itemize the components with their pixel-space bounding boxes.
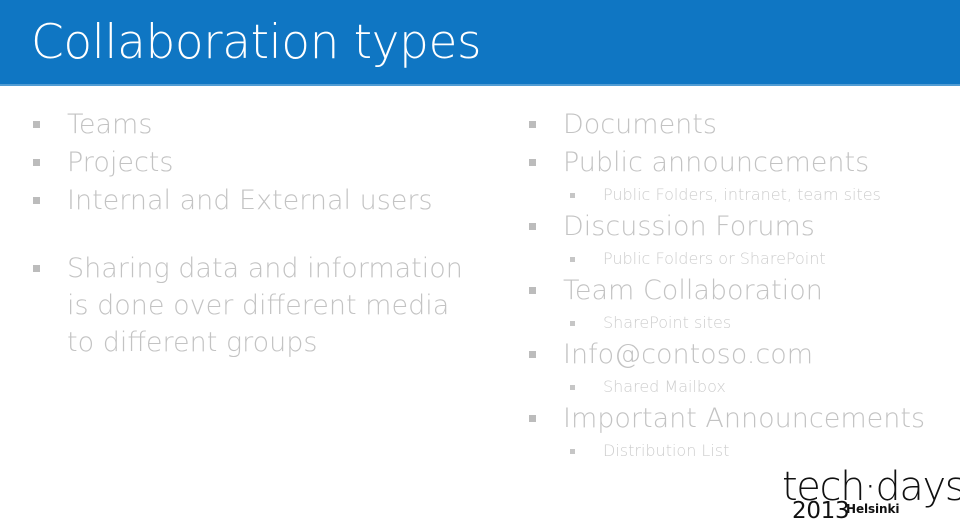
sub-list-item-label: Shared Mailbox <box>603 377 726 396</box>
list-item-label: Sharing data and information is done ove… <box>67 253 463 358</box>
list-item-label: Team Collaboration <box>563 275 823 306</box>
logo-city: Helsinki <box>846 502 900 516</box>
left-content-column: Teams Projects Internal and External use… <box>24 106 484 362</box>
square-bullet-icon <box>529 415 536 422</box>
list-item: Documents <box>520 106 950 143</box>
slide-canvas: Collaboration types Teams Projects Inter… <box>0 0 960 525</box>
square-bullet-icon <box>33 159 40 166</box>
square-bullet-icon <box>570 321 575 326</box>
square-bullet-icon <box>570 257 575 262</box>
square-bullet-icon <box>529 287 536 294</box>
square-bullet-icon <box>529 223 536 230</box>
sub-list-item-label: Public Folders or SharePoint <box>603 249 826 268</box>
list-item: Public announcements <box>520 144 950 181</box>
sub-list-item-label: Distribution List <box>603 441 730 460</box>
square-bullet-icon <box>33 265 40 272</box>
list-item: Info@contoso.com <box>520 336 950 373</box>
list-item: Important Announcements <box>520 400 950 437</box>
list-item: Team Collaboration <box>520 272 950 309</box>
square-bullet-icon <box>529 351 536 358</box>
sub-list-item-label: SharePoint sites <box>603 313 732 332</box>
list-item: Teams <box>24 106 484 143</box>
square-bullet-icon <box>529 159 536 166</box>
list-item-label: Documents <box>563 109 717 140</box>
techdays-logo: tech·days 2013 Helsinki <box>782 466 960 524</box>
square-bullet-icon <box>33 121 40 128</box>
list-item-label: Discussion Forums <box>563 211 815 242</box>
square-bullet-icon <box>570 385 575 390</box>
list-item-label: Info@contoso.com <box>563 339 814 370</box>
list-item-label: Projects <box>67 147 174 178</box>
list-item: Sharing data and information is done ove… <box>24 250 484 361</box>
title-banner: Collaboration types <box>0 0 960 86</box>
list-item-label: Public announcements <box>563 147 870 178</box>
sub-list-item: Public Folders, intranet, team sites <box>520 182 950 207</box>
square-bullet-icon <box>570 193 575 198</box>
logo-year: 2013 <box>792 498 850 524</box>
list-item-label: Internal and External users <box>67 185 433 216</box>
list-item: Internal and External users <box>24 182 484 219</box>
list-item: Projects <box>24 144 484 181</box>
sub-list-item: SharePoint sites <box>520 310 950 335</box>
list-item-label: Teams <box>67 109 153 140</box>
sub-list-item: Public Folders or SharePoint <box>520 246 950 271</box>
sub-list-item-label: Public Folders, intranet, team sites <box>603 185 881 204</box>
square-bullet-icon <box>529 121 536 128</box>
sub-list-item: Shared Mailbox <box>520 374 950 399</box>
right-content-column: Documents Public announcements Public Fo… <box>520 106 950 464</box>
page-title: Collaboration types <box>31 15 482 70</box>
sub-list-item: Distribution List <box>520 438 950 463</box>
square-bullet-icon <box>570 449 575 454</box>
list-item: Discussion Forums <box>520 208 950 245</box>
square-bullet-icon <box>33 197 40 204</box>
list-item-label: Important Announcements <box>563 403 926 434</box>
